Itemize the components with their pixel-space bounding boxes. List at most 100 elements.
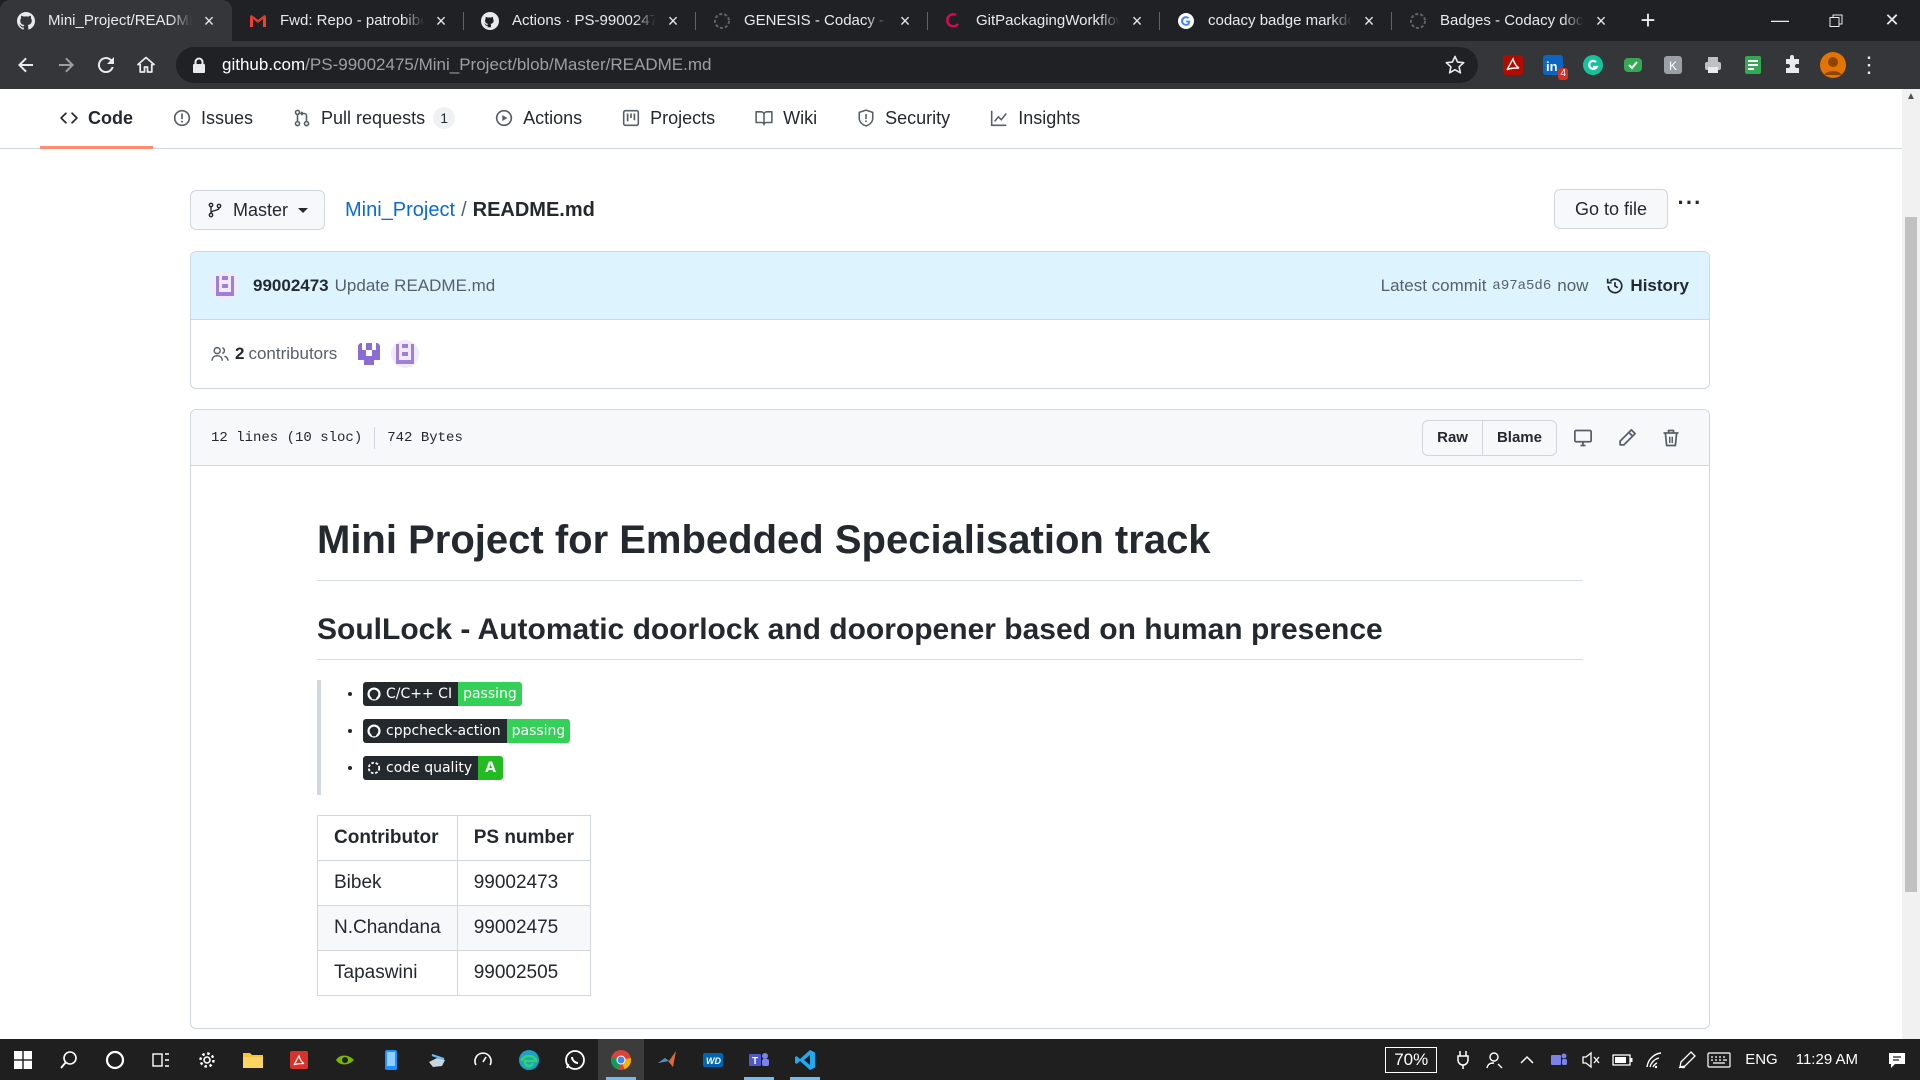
- trash-icon[interactable]: [1653, 421, 1689, 455]
- windows-start-icon[interactable]: [0, 1039, 46, 1080]
- notification-icon[interactable]: [1874, 1039, 1920, 1080]
- file-explorer-icon[interactable]: [230, 1039, 276, 1080]
- grammarly-extension-icon[interactable]: [1578, 50, 1608, 80]
- address-bar[interactable]: github.com/PS-99002475/Mini_Project/blob…: [176, 47, 1478, 83]
- contributors-count[interactable]: 2: [235, 344, 244, 364]
- avatar[interactable]: [355, 340, 384, 368]
- pen-icon[interactable]: [1671, 1039, 1703, 1080]
- speedometer-icon[interactable]: [460, 1039, 506, 1080]
- go-to-file-button[interactable]: Go to file: [1553, 189, 1668, 229]
- code-quality-badge[interactable]: code quality A: [363, 755, 503, 780]
- close-icon[interactable]: ×: [1128, 12, 1146, 30]
- steam-icon[interactable]: [414, 1039, 460, 1080]
- close-icon[interactable]: ×: [896, 12, 914, 30]
- avatar[interactable]: [211, 271, 239, 300]
- profile-avatar-icon[interactable]: [1818, 50, 1848, 80]
- wd-drive-icon[interactable]: WD: [690, 1039, 736, 1080]
- wifi-icon[interactable]: [1639, 1039, 1671, 1080]
- contributors-label[interactable]: contributors: [248, 344, 337, 364]
- branch-selector[interactable]: Master: [190, 190, 326, 230]
- new-tab-button[interactable]: +: [1628, 0, 1668, 41]
- search-icon[interactable]: [46, 1039, 92, 1080]
- bookmark-star-icon[interactable]: [1444, 54, 1466, 76]
- tab-projects[interactable]: Projects: [602, 89, 735, 148]
- ci-status-badge[interactable]: C/C++ CI passing: [363, 681, 522, 706]
- task-view-icon[interactable]: [138, 1039, 184, 1080]
- close-icon[interactable]: ×: [1592, 12, 1610, 30]
- breadcrumb-repo-link[interactable]: Mini_Project: [345, 199, 455, 222]
- page-scrollbar[interactable]: ▲: [1902, 89, 1920, 1039]
- tab-wiki[interactable]: Wiki: [735, 89, 837, 148]
- raw-button[interactable]: Raw: [1423, 421, 1482, 455]
- commit-author[interactable]: 99002473: [253, 276, 329, 296]
- nvidia-icon[interactable]: [322, 1039, 368, 1080]
- tab-security[interactable]: Security: [837, 89, 970, 148]
- browser-tab-4[interactable]: GitPackagingWorkflow ×: [928, 0, 1160, 41]
- vscode-icon[interactable]: [782, 1039, 828, 1080]
- restore-icon[interactable]: [1808, 0, 1864, 41]
- browser-tab-3[interactable]: GENESIS - Codacy - Security ×: [696, 0, 928, 41]
- chevron-up-icon[interactable]: [1511, 1039, 1543, 1080]
- close-icon[interactable]: ×: [200, 12, 218, 30]
- people-search-icon[interactable]: [1479, 1039, 1511, 1080]
- settings-gear-icon[interactable]: [184, 1039, 230, 1080]
- pdf-extension-icon[interactable]: [1498, 50, 1528, 80]
- history-link[interactable]: History: [1606, 276, 1689, 296]
- commit-sha[interactable]: a97a5d6: [1492, 278, 1551, 294]
- teams-tray-icon[interactable]: [1543, 1039, 1575, 1080]
- reload-icon[interactable]: [88, 47, 124, 83]
- tab-issues[interactable]: Issues: [153, 89, 273, 148]
- close-icon[interactable]: ×: [1360, 12, 1378, 30]
- keyboard-icon[interactable]: [1703, 1039, 1735, 1080]
- mobile-app-icon[interactable]: [368, 1039, 414, 1080]
- chrome-icon[interactable]: [598, 1039, 644, 1080]
- tab-actions[interactable]: Actions: [475, 89, 602, 148]
- power-plug-icon[interactable]: [1447, 1039, 1479, 1080]
- scrollbar-thumb[interactable]: [1905, 217, 1917, 892]
- scroll-up-icon[interactable]: ▲: [1902, 89, 1920, 105]
- close-icon[interactable]: ×: [432, 12, 450, 30]
- commit-message[interactable]: Update README.md: [335, 276, 496, 296]
- close-icon[interactable]: ×: [664, 12, 682, 30]
- desktop-icon[interactable]: [1565, 421, 1601, 455]
- blame-button[interactable]: Blame: [1481, 420, 1556, 455]
- matlab-icon[interactable]: [644, 1039, 690, 1080]
- lock-icon[interactable]: [192, 57, 208, 73]
- volume-mute-icon[interactable]: [1575, 1039, 1607, 1080]
- forward-icon[interactable]: [48, 47, 84, 83]
- home-icon[interactable]: [128, 47, 164, 83]
- acrobat-icon[interactable]: [276, 1039, 322, 1080]
- commit-box: 99002473 Update README.md Latest commit …: [190, 251, 1710, 389]
- tab-insights[interactable]: Insights: [970, 89, 1100, 148]
- battery-percentage[interactable]: 70%: [1385, 1046, 1438, 1073]
- pencil-icon[interactable]: [1609, 421, 1645, 455]
- cppcheck-status-badge[interactable]: cppcheck-action passing: [363, 718, 571, 743]
- browser-tab-1[interactable]: Fwd: Repo - patrobibek ×: [232, 0, 464, 41]
- cortana-icon[interactable]: [92, 1039, 138, 1080]
- tab-pull-requests[interactable]: Pull requests 1: [273, 89, 475, 148]
- linkedin-extension-icon[interactable]: in 4: [1538, 50, 1568, 80]
- browser-tab-5[interactable]: codacy badge markdown ×: [1160, 0, 1392, 41]
- chat-extension-icon[interactable]: [1618, 50, 1648, 80]
- browser-tab-2[interactable]: Actions · PS-99002475/Mini_Project ×: [464, 0, 696, 41]
- puzzle-icon[interactable]: [1778, 50, 1808, 80]
- badge-blockquote: C/C++ CI passing cppcheck-action passing: [317, 679, 1583, 795]
- puzzle-app-icon[interactable]: K: [1658, 50, 1688, 80]
- input-language[interactable]: ENG: [1745, 1051, 1778, 1068]
- back-icon[interactable]: [8, 47, 44, 83]
- edge-icon[interactable]: [506, 1039, 552, 1080]
- browser-tab-6[interactable]: Badges - Codacy docs ×: [1392, 0, 1624, 41]
- chrome-menu-icon[interactable]: ⋮: [1854, 50, 1884, 80]
- teams-icon[interactable]: T: [736, 1039, 782, 1080]
- more-options-icon[interactable]: ···: [1670, 190, 1710, 216]
- whatsapp-icon[interactable]: [552, 1039, 598, 1080]
- clock-time[interactable]: 11:29 AM: [1796, 1051, 1858, 1068]
- tab-code[interactable]: Code: [40, 89, 153, 149]
- close-window-icon[interactable]: ✕: [1864, 0, 1920, 41]
- avatar[interactable]: [391, 340, 420, 368]
- battery-icon[interactable]: [1607, 1039, 1639, 1080]
- minimize-icon[interactable]: —: [1752, 0, 1808, 41]
- printer-extension-icon[interactable]: [1698, 50, 1728, 80]
- document-extension-icon[interactable]: [1738, 50, 1768, 80]
- browser-tab-0[interactable]: Mini_Project/README.md ×: [0, 0, 232, 41]
